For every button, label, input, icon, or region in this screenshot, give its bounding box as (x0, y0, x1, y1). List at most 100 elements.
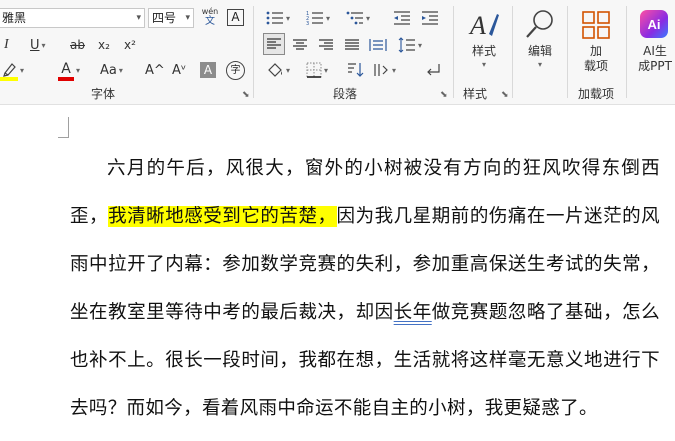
addins-label-line2: 载项 (583, 59, 608, 73)
justify-button[interactable] (344, 35, 360, 55)
editing-button[interactable]: 编辑 ▾ (518, 6, 562, 84)
line-spacing-icon (398, 37, 415, 53)
editing-label: 编辑 (527, 44, 552, 58)
highlighted-text: 我清晰地感受到它的苦楚， (108, 206, 337, 227)
addins-button[interactable]: 加 载项 (574, 6, 618, 84)
change-case-label: Aa (100, 62, 117, 78)
paragraph-dialog-launcher-icon[interactable]: ⬊ (440, 90, 448, 100)
font-group-label: 字体 (91, 87, 116, 101)
multilevel-list-button[interactable]: ▾ (346, 8, 370, 28)
enclose-characters-button[interactable]: 字 (226, 61, 245, 80)
distributed-button[interactable] (369, 35, 387, 55)
borders-button[interactable]: ▾ (306, 60, 328, 80)
font-size-combo[interactable]: 四号 ▾ (148, 8, 194, 28)
paragraph-group-label: 段落 (333, 87, 358, 101)
phonetic-guide-button[interactable]: wén 文 (200, 7, 220, 29)
addins-grid-icon (582, 11, 610, 39)
chevron-down-icon[interactable]: ▾ (324, 66, 328, 75)
align-left-button[interactable] (263, 33, 285, 55)
sort-icon (348, 63, 364, 77)
character-shading-button[interactable]: A (200, 62, 216, 78)
document-page[interactable]: 六月的午后，风很大，窗外的小树被没有方向的狂风吹得东倒西歪，我清晰地感受到它的苦… (0, 105, 675, 441)
font-color-letter: A (61, 61, 71, 77)
align-center-icon (293, 39, 307, 50)
underline-button[interactable]: U ▾ (30, 35, 46, 55)
highlighter-icon (0, 61, 18, 81)
sort-button[interactable] (346, 60, 364, 80)
font-name-combo[interactable]: 雅黑 ▾ (0, 8, 145, 28)
svg-text:3: 3 (306, 21, 309, 26)
character-shading-letter: A (203, 63, 213, 77)
align-center-button[interactable] (292, 35, 308, 55)
numbering-button[interactable]: 123 ▾ (306, 8, 330, 28)
group-divider (626, 6, 627, 98)
align-right-icon (319, 39, 333, 50)
phonetic-guide-top: wén (201, 7, 219, 16)
phonetic-guide-bottom: 文 (205, 16, 215, 27)
chevron-down-icon[interactable]: ▾ (136, 9, 141, 27)
line-spacing-button[interactable]: ▾ (398, 35, 422, 55)
subscript-label: x₂ (98, 38, 110, 52)
group-divider (567, 6, 568, 98)
ai-badge-text: Ai (647, 16, 661, 32)
grow-font-label: A^ (145, 62, 165, 78)
chevron-down-icon[interactable]: ▾ (286, 14, 290, 23)
chevron-down-icon[interactable]: ▾ (482, 60, 486, 69)
group-divider (453, 6, 454, 98)
paragraph-shading-button[interactable]: ▾ (266, 60, 290, 80)
ai-ppt-label-line1: AI生 (643, 44, 667, 58)
font-color-button[interactable]: A ▾ (58, 60, 80, 81)
search-icon (526, 10, 553, 38)
superscript-button[interactable]: x² (124, 35, 136, 55)
svg-text:A: A (468, 11, 486, 40)
paragraph-return-icon (427, 64, 440, 76)
group-divider (253, 6, 254, 98)
font-size-value: 四号 (152, 11, 177, 25)
character-border-button[interactable]: A (227, 9, 244, 26)
chevron-down-icon[interactable]: ▾ (185, 9, 190, 27)
increase-indent-button[interactable] (421, 8, 439, 28)
ribbon: 雅黑 ▾ 四号 ▾ wén 文 A I U ▾ ab x₂ x² ▾ A ▾ A… (0, 0, 675, 105)
styles-button[interactable]: A 样式 ▾ (462, 6, 506, 84)
grow-font-button[interactable]: A^ (145, 60, 165, 80)
superscript-label: x² (124, 38, 136, 52)
show-paragraph-marks-button[interactable] (425, 60, 441, 80)
strikethrough-label: ab (70, 38, 85, 52)
chevron-down-icon[interactable]: ▾ (392, 66, 396, 75)
shrink-font-label: Aᵛ (172, 62, 187, 78)
chevron-down-icon[interactable]: ▾ (119, 66, 123, 75)
change-case-button[interactable]: Aa ▾ (100, 60, 123, 80)
addins-label-line1: 加 (589, 44, 602, 58)
addins-group-label: 加载项 (578, 87, 615, 101)
chevron-down-icon[interactable]: ▾ (286, 66, 290, 75)
align-left-icon (267, 38, 281, 49)
align-right-button[interactable] (318, 35, 334, 55)
body-paragraph[interactable]: 六月的午后，风很大，窗外的小树被没有方向的狂风吹得东倒西歪，我清晰地感受到它的苦… (70, 145, 660, 433)
chevron-down-icon[interactable]: ▾ (42, 41, 46, 50)
font-name-value: 雅黑 (2, 11, 27, 25)
group-divider (512, 6, 513, 98)
bullets-icon (266, 11, 283, 25)
shrink-font-button[interactable]: Aᵛ (172, 60, 186, 80)
bullets-button[interactable]: ▾ (266, 8, 290, 28)
paint-bucket-icon (268, 63, 282, 77)
decrease-indent-icon (394, 11, 410, 25)
styles-dialog-launcher-icon[interactable]: ⬊ (501, 90, 509, 100)
chevron-down-icon[interactable]: ▾ (20, 66, 24, 75)
highlight-color-button[interactable]: ▾ (0, 60, 24, 81)
asian-layout-button[interactable]: ▾ (372, 60, 396, 80)
italic-button[interactable]: I (4, 35, 9, 55)
chevron-down-icon[interactable]: ▾ (418, 41, 422, 50)
subscript-button[interactable]: x₂ (98, 35, 110, 55)
chevron-down-icon[interactable]: ▾ (76, 66, 80, 75)
styles-label: 样式 (471, 44, 496, 58)
decrease-indent-button[interactable] (393, 8, 411, 28)
chevron-down-icon[interactable]: ▾ (326, 14, 330, 23)
underline-label: U (30, 37, 40, 53)
justify-icon (345, 39, 359, 50)
chevron-down-icon[interactable]: ▾ (366, 14, 370, 23)
chevron-down-icon[interactable]: ▾ (538, 60, 542, 69)
strikethrough-button[interactable]: ab (70, 35, 85, 55)
font-dialog-launcher-icon[interactable]: ⬊ (242, 90, 250, 100)
ai-ppt-button[interactable]: Ai AI生 成PPT (630, 6, 675, 84)
